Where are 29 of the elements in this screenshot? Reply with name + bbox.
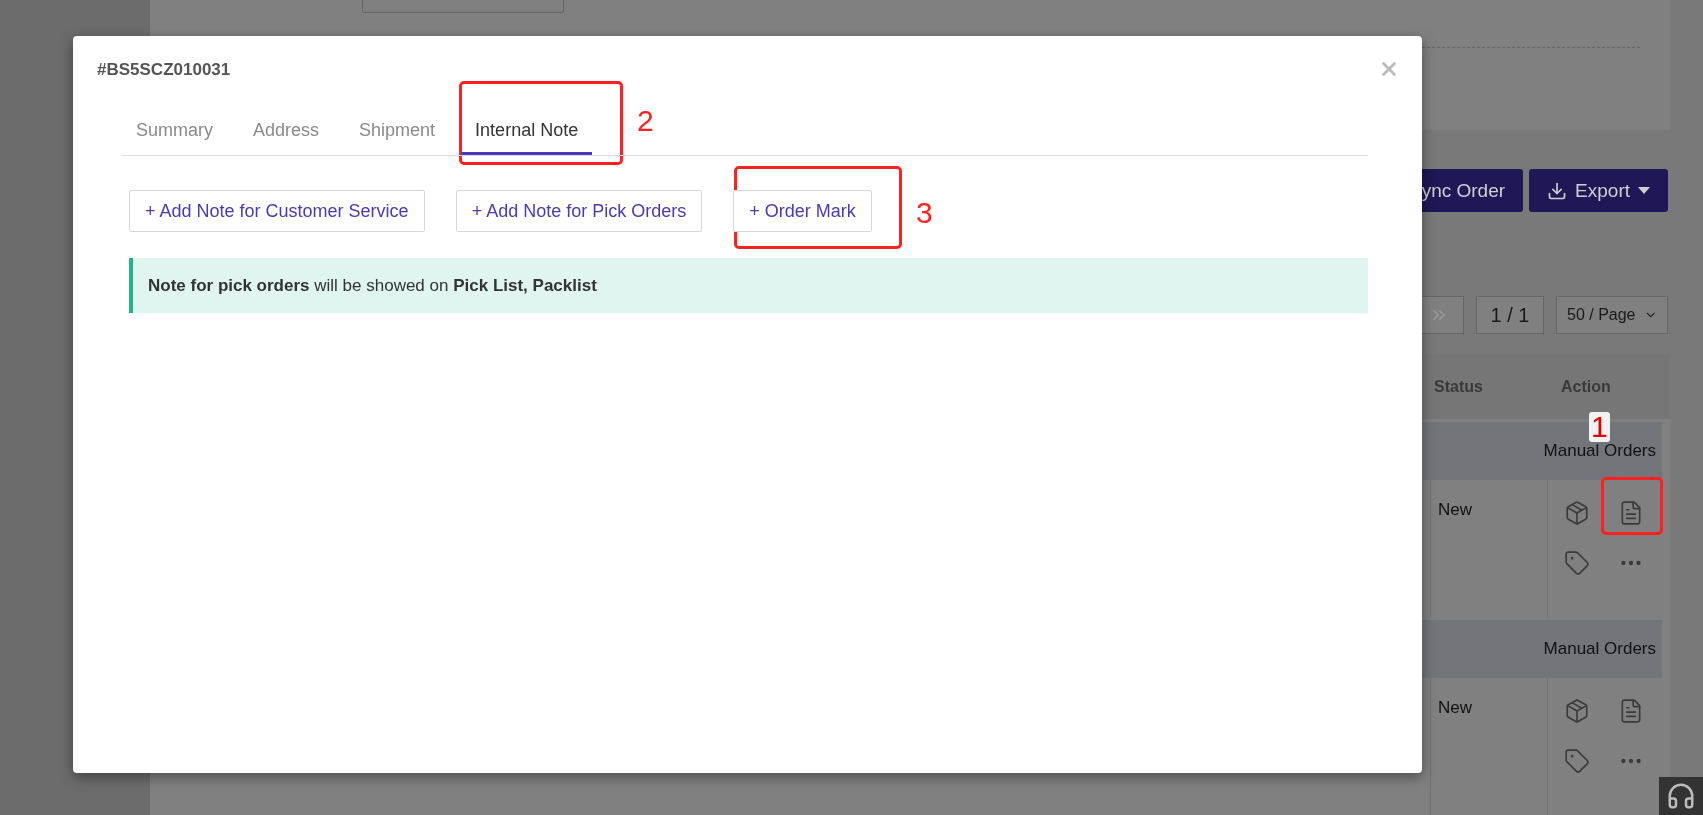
tag-icon[interactable]: [1564, 748, 1590, 774]
tab[interactable]: Internal Note: [461, 108, 593, 155]
info-text: Note for pick orders will be showed on Pick List, Packlist: [148, 275, 597, 296]
step-number: 1: [1589, 412, 1610, 442]
page-size-select[interactable]: 50 / Page: [1556, 296, 1668, 334]
status-text: New: [1438, 698, 1472, 717]
add-note-button[interactable]: + Add Note for Customer Service: [129, 190, 425, 232]
highlight-frame: [1601, 477, 1663, 535]
package-icon[interactable]: [1564, 698, 1590, 724]
package-icon[interactable]: [1564, 500, 1590, 526]
tab[interactable]: Shipment: [345, 108, 450, 155]
caret-icon: [1638, 187, 1650, 194]
status-text: New: [1438, 500, 1472, 519]
tab[interactable]: Address: [239, 108, 334, 155]
add-note-button[interactable]: + Order Mark: [733, 190, 872, 232]
add-note-button[interactable]: + Add Note for Pick Orders: [455, 190, 703, 232]
headset-icon: [1666, 781, 1696, 811]
date-field[interactable]: [362, 0, 564, 13]
column-header: Action: [1560, 377, 1612, 396]
step-number: 2: [636, 106, 655, 136]
support-button[interactable]: [1659, 777, 1703, 815]
export-button[interactable]: Export: [1529, 169, 1668, 212]
tag-icon[interactable]: [1564, 550, 1590, 576]
column-header: Status: [1433, 377, 1484, 396]
download-icon: [1547, 180, 1568, 201]
dialog-title: #BS5SCZ010031: [97, 60, 232, 80]
step-number: 3: [915, 198, 934, 228]
page-indicator: 1 / 1: [1476, 296, 1544, 334]
tab[interactable]: Summary: [122, 108, 227, 155]
